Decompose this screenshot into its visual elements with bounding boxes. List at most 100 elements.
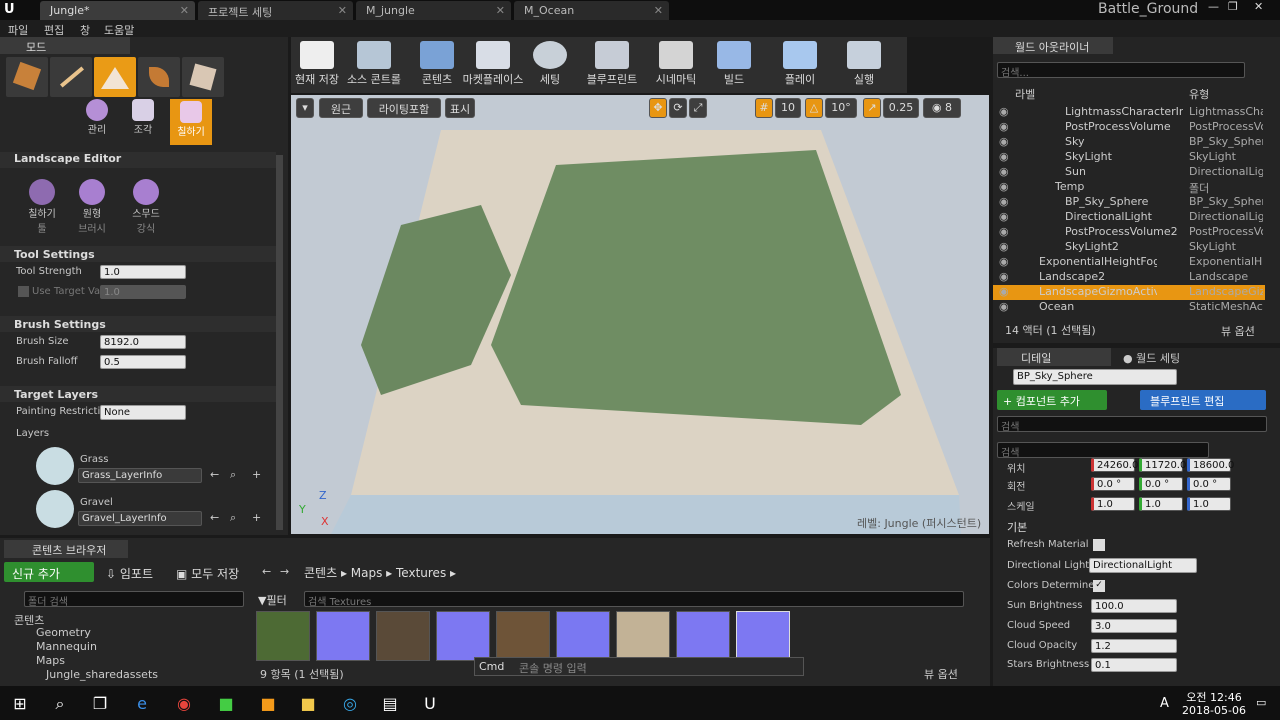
visibility-eye-icon[interactable]: ◉ [999,255,1009,268]
viewport-options-button[interactable]: ▾ [296,98,314,118]
chrome-icon[interactable]: ◉ [164,690,204,720]
submode-paint[interactable]: 칠하기 [170,99,212,145]
mode-foliage-icon[interactable] [138,57,180,97]
nav-back-icon[interactable]: ← [262,565,271,578]
app-blue-icon[interactable]: ◎ [330,690,370,720]
task-view-icon[interactable]: ❐ [80,690,120,720]
outliner-row[interactable]: ◉ Ocean StaticMeshActo [993,300,1265,315]
location-y[interactable]: 11720.0 [1139,458,1186,472]
actor-name-input[interactable]: BP_Sky_Sphere [1013,369,1177,385]
save-button[interactable]: 현재 저장 [294,41,340,89]
tab-m-jungle[interactable]: M_jungle ✕ [356,1,511,20]
outliner-row[interactable]: ◉ ExponentialHeightFog ExponentialHei [993,255,1265,270]
outliner-row[interactable]: ◉ LandscapeGizmoActiveActo LandscapeGizn [993,285,1265,300]
launch-button[interactable]: 실행 [844,41,884,89]
rotate-icon[interactable]: ⟳ [669,98,687,118]
location-x[interactable]: 24260.0 [1091,458,1138,472]
outliner-row[interactable]: ◉ DirectionalLight DirectionalLigh [993,210,1265,225]
settings-button[interactable]: 세팅 [532,41,568,89]
details-tab[interactable]: 디테일 [997,348,1111,366]
outliner-view-options[interactable]: 뷰 옵션 [1221,323,1255,339]
tab-project-settings[interactable]: 프로젝트 세팅 ✕ [198,1,353,20]
breadcrumb-maps[interactable]: Maps [351,566,383,580]
content-button[interactable]: 콘텐츠 [418,41,456,89]
menu-help[interactable]: 도움말 [104,22,134,38]
painting-restriction-select[interactable]: None [100,405,186,420]
menu-edit[interactable]: 편집 [44,22,64,38]
texture-thumbnail[interactable] [316,611,370,661]
explorer-icon[interactable]: ■ [288,690,328,720]
search-icon[interactable]: ⌕ [230,468,236,482]
angle-snap-value[interactable]: 10° [825,98,857,118]
visibility-eye-icon[interactable]: ◉ [999,240,1009,253]
perspective-button[interactable]: 원근 [319,98,363,118]
tool-circle[interactable]: 원형 브러시 [72,179,112,235]
outliner-row[interactable]: ◉ Temp 폴더 [993,180,1265,195]
folder-search[interactable]: 폴더 검색 [24,591,244,608]
add-component-button[interactable]: + 컴포넌트 추가 [997,390,1107,410]
content-browser-tab[interactable]: 콘텐츠 브라우저 [4,540,128,558]
mode-geometry-icon[interactable] [182,57,224,97]
outliner-label-column[interactable]: 라벨 [1015,86,1035,102]
mode-landscape-icon[interactable] [94,57,136,97]
cmd-select[interactable]: Cmd [479,660,504,673]
plus-icon[interactable]: + [252,468,261,481]
scale-y[interactable]: 1.0 [1139,497,1183,511]
submode-manage[interactable]: 관리 [82,99,112,136]
texture-thumbnail[interactable] [496,611,550,661]
texture-thumbnail[interactable] [676,611,730,661]
texture-thumbnail[interactable] [556,611,610,661]
nav-forward-icon[interactable]: → [280,565,289,578]
breadcrumb-content[interactable]: 콘텐츠 [304,566,337,580]
tree-jungle-sharedassets[interactable]: Jungle_sharedassets [14,668,240,682]
unreal-logo-icon[interactable]: U [4,2,20,18]
outliner-search[interactable]: 검색... [997,62,1245,79]
details-search-2[interactable]: 검색 [997,442,1209,459]
visibility-eye-icon[interactable]: ◉ [999,300,1009,313]
use-target-checkbox[interactable] [18,286,29,297]
grass-layerinfo-select[interactable]: Grass_LayerInfo [78,468,202,483]
basic-section-header[interactable]: 기본 [1007,519,1027,535]
tree-maps[interactable]: Maps [14,654,240,668]
cloud-speed-input[interactable]: 3.0 [1091,619,1177,633]
source-control-button[interactable]: 소스 콘트롤 [345,41,403,89]
maximize-button[interactable]: ❐ [1228,0,1238,13]
translate-icon[interactable]: ✥ [649,98,667,118]
edge-icon[interactable]: e [122,690,162,720]
outliner-type-column[interactable]: 유형 [1189,86,1209,102]
texture-thumbnail[interactable] [436,611,490,661]
add-new-button[interactable]: 신규 추가 [4,562,94,582]
tool-smooth[interactable]: 스무드 강식 [126,179,166,235]
asset-search[interactable]: 검색 Textures [304,591,964,608]
visibility-eye-icon[interactable]: ◉ [999,165,1009,178]
blueprints-button[interactable]: 블루프린트 [586,41,638,89]
world-settings-tab[interactable]: ● 월드 세팅 [1123,350,1180,366]
scale-x[interactable]: 1.0 [1091,497,1135,511]
unreal-taskbar-icon[interactable]: U [410,690,450,720]
details-search[interactable]: 검색 [997,416,1267,433]
notification-icon[interactable]: ▭ [1256,696,1266,709]
plus-icon[interactable]: + [252,511,261,524]
location-z[interactable]: 18600.0 [1187,458,1234,472]
brush-size-input[interactable]: 8192.0 [100,335,186,349]
outliner-row[interactable]: ◉ Sky BP_Sky_Spher [993,135,1265,150]
lit-button[interactable]: 라이팅포함 [367,98,441,118]
tree-content[interactable]: 콘텐츠 [14,612,240,627]
windows-start-icon[interactable]: ⊞ [0,690,40,720]
outliner-row[interactable]: ◉ SkyLight SkyLight [993,150,1265,165]
search-icon[interactable]: ⌕ [40,690,80,720]
tab-jungle[interactable]: Jungle* ✕ [40,1,195,20]
texture-thumbnail[interactable] [376,611,430,661]
scale-snap-icon[interactable]: ↗ [863,98,881,118]
scale-icon[interactable]: ⤢ [689,98,707,118]
notes-icon[interactable]: ▤ [370,690,410,720]
outliner-row[interactable]: ◉ SkyLight2 SkyLight [993,240,1265,255]
rotation-z[interactable]: 0.0 ° [1187,477,1231,491]
outliner-row[interactable]: ◉ PostProcessVolume PostProcessVo [993,120,1265,135]
tool-paint[interactable]: 칠하기 툴 [22,179,62,235]
rotation-y[interactable]: 0.0 ° [1139,477,1183,491]
colors-determined-checkbox[interactable]: ✓ [1093,580,1105,592]
filter-button[interactable]: ▼필터 [258,592,287,608]
menu-file[interactable]: 파일 [8,22,28,38]
gravel-layerinfo-select[interactable]: Gravel_LayerInfo [78,511,202,526]
